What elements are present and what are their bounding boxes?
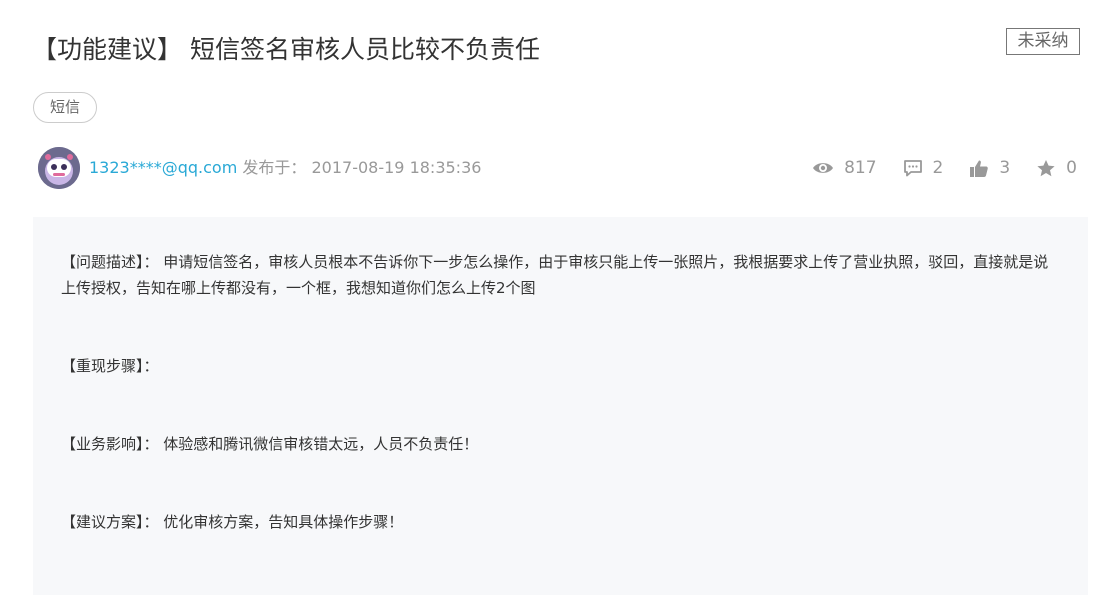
comments-count: 2 (932, 158, 944, 178)
problem-description: 【问题描述】： 申请短信签名，审核人员根本不告诉你下一步怎么操作，由于审核只能上… (61, 253, 1049, 297)
avatar[interactable] (38, 147, 80, 189)
page-title: 【功能建议】 短信签名审核人员比较不负责任 (32, 35, 540, 64)
star-icon (1037, 159, 1055, 176)
publish-label: 发布于： (242, 158, 307, 177)
views-stat: 817 (812, 158, 877, 178)
reproduce-steps: 【重现步骤】： (61, 357, 159, 375)
likes-count: 3 (999, 158, 1011, 178)
status-badge: 未采纳 (1006, 28, 1080, 55)
favorites-stat[interactable]: 0 (1036, 158, 1077, 178)
eye-icon (813, 163, 834, 173)
thumbs-up-icon (970, 160, 989, 177)
business-impact: 【业务影响】： 体验感和腾讯微信审核错太远，人员不负责任！ (61, 435, 479, 453)
views-count: 817 (844, 158, 877, 178)
author-link[interactable]: 1323****@qq.com (89, 158, 237, 177)
suggested-solution: 【建议方案】： 优化审核方案，告知具体操作步骤！ (61, 513, 404, 531)
tag-sms[interactable]: 短信 (33, 92, 98, 123)
author-row: 1323****@qq.com 发布于： 2017-08-19 18:35:36… (38, 147, 1083, 189)
stats-bar: 817 2 3 0 (786, 157, 1077, 179)
avatar-image (38, 147, 80, 189)
post-content: 【问题描述】： 申请短信签名，审核人员根本不告诉你下一步怎么操作，由于审核只能上… (33, 217, 1088, 595)
author-meta: 1323****@qq.com 发布于： 2017-08-19 18:35:36 (89, 157, 481, 179)
favorites-count: 0 (1066, 158, 1077, 178)
comments-stat[interactable]: 2 (903, 158, 944, 178)
likes-stat[interactable]: 3 (969, 158, 1010, 178)
comment-icon (903, 160, 922, 177)
publish-time: 2017-08-19 18:35:36 (311, 158, 482, 177)
